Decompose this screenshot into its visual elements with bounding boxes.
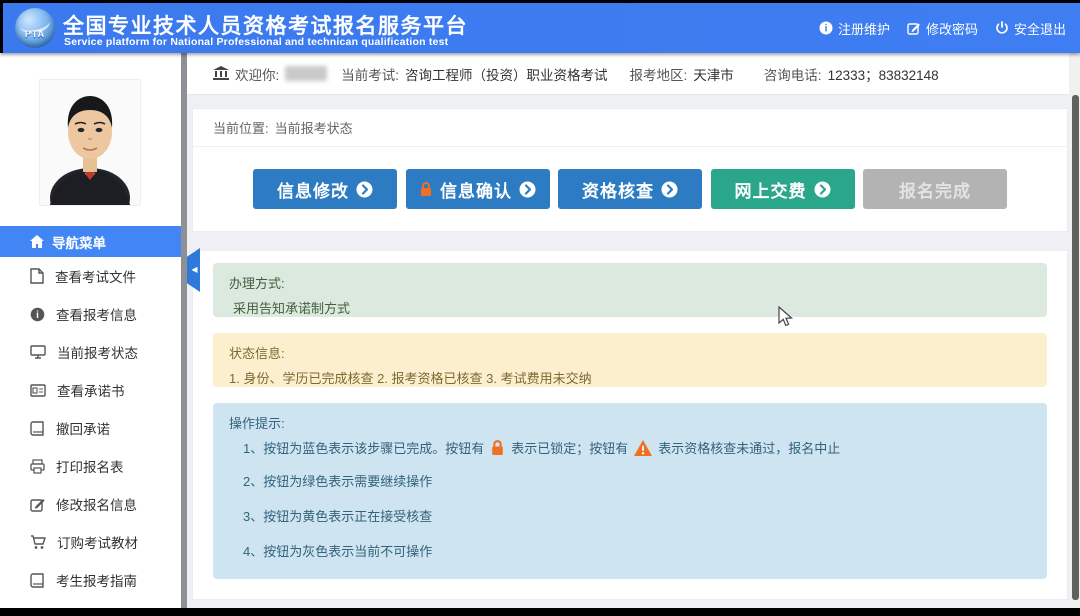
method-panel: 办理方式: 采用告知承诺制方式 — [213, 263, 1047, 317]
welcome-label: 欢迎你: — [235, 64, 279, 84]
header-links: i 注册维护 修改密码 安全退出 — [819, 3, 1066, 53]
phone-label: 咨询电话: — [764, 64, 822, 84]
sidebar-item-modify-info[interactable]: 修改报名信息 — [0, 485, 181, 523]
method-title: 办理方式: — [229, 273, 1031, 292]
edit-icon — [907, 21, 921, 35]
chevron-left-icon: ◀ — [191, 266, 197, 274]
step-registration-complete-button: 报名完成 — [863, 169, 1007, 209]
bank-icon — [213, 66, 229, 81]
tips-title: 操作提示: — [229, 413, 1031, 432]
nav-menu: 查看考试文件 i 查看报考信息 当前报考状态 查看承诺书 撤回承诺 打印报名表 — [0, 257, 181, 599]
sidebar-item-withdraw-commitment[interactable]: 撤回承诺 — [0, 409, 181, 447]
region-value: 天津市 — [693, 64, 734, 84]
sidebar-item-candidate-guide[interactable]: 考生报考指南 — [0, 561, 181, 599]
info-circle-icon: i — [819, 21, 833, 35]
guide-book-icon — [30, 573, 45, 588]
logo-text: PTA — [15, 29, 55, 39]
nav-menu-header: 导航菜单 — [0, 226, 181, 257]
edit-square-icon — [30, 497, 45, 512]
safe-logout-link[interactable]: 安全退出 — [995, 19, 1066, 38]
tips-panel: 操作提示: 1、按钮为蓝色表示该步骤已完成。按钮有 表示已锁定；按钮有 表示资格… — [213, 403, 1047, 579]
change-password-link[interactable]: 修改密码 — [907, 19, 978, 38]
sidebar-item-current-status[interactable]: 当前报考状态 — [0, 333, 181, 371]
frame-bottom-bar — [0, 608, 1080, 616]
tip-item-1: 1、按钮为蓝色表示该步骤已完成。按钮有 表示已锁定；按钮有 表示资格核查未通过，… — [243, 438, 1031, 457]
svg-text:i: i — [825, 23, 828, 34]
sidebar-item-exam-files[interactable]: 查看考试文件 — [0, 257, 181, 295]
lock-icon — [419, 181, 433, 197]
step-info-modify-button[interactable]: 信息修改 — [253, 169, 397, 209]
breadcrumb: 当前位置: 当前报考状态 — [193, 109, 1067, 147]
book-icon — [30, 421, 45, 436]
step-info-confirm-button[interactable]: 信息确认 — [406, 169, 550, 209]
current-exam-value: 咨询工程师（投资）职业资格考试 — [405, 64, 608, 84]
home-icon — [30, 235, 44, 248]
phone-value: 12333；83832148 — [828, 64, 939, 84]
arrow-circle-icon — [661, 181, 678, 198]
breadcrumb-current: 当前报考状态 — [275, 118, 353, 137]
step-qualification-check-button[interactable]: 资格核查 — [558, 169, 702, 209]
sidebar-item-application-info[interactable]: i 查看报考信息 — [0, 295, 181, 333]
document-icon — [30, 268, 44, 284]
monitor-icon — [30, 345, 46, 359]
tip-item-4: 4、按钮为灰色表示当前不可操作 — [243, 541, 1031, 560]
info-icon: i — [30, 307, 45, 322]
register-maintain-link[interactable]: i 注册维护 — [819, 19, 890, 38]
lock-icon — [490, 439, 505, 456]
step-buttons-row: 信息修改 信息确认 资格核查 网上交费 报名完成 — [193, 147, 1067, 231]
cart-icon — [30, 535, 46, 550]
sidebar-item-print-form[interactable]: 打印报名表 — [0, 447, 181, 485]
tip-item-3: 3、按钮为黄色表示正在接受核查 — [243, 506, 1031, 525]
id-card-icon — [30, 384, 46, 397]
masked-username — [285, 66, 327, 81]
svg-text:i: i — [36, 310, 39, 321]
current-exam-label: 当前考试: — [341, 64, 399, 84]
scrollbar-thumb[interactable] — [1072, 95, 1079, 600]
arrow-circle-icon — [356, 181, 373, 198]
printer-icon — [30, 459, 45, 474]
portrait-graphic — [40, 80, 140, 205]
status-card: 当前位置: 当前报考状态 信息修改 信息确认 资格核查 网上交 — [192, 108, 1068, 232]
sidebar-item-commitment-letter[interactable]: 查看承诺书 — [0, 371, 181, 409]
pta-logo: PTA — [15, 8, 55, 48]
status-panel: 状态信息: 1. 身份、学历已完成核查 2. 报考资格已核查 3. 考试费用未交… — [213, 333, 1047, 387]
region-label: 报考地区: — [630, 64, 688, 84]
user-info-bar: 欢迎你: 当前考试: 咨询工程师（投资）职业资格考试 报考地区: 天津市 咨询电… — [187, 53, 1069, 95]
arrow-circle-icon — [814, 181, 831, 198]
status-body: 1. 身份、学历已完成核查 2. 报考资格已核查 3. 考试费用未交纳 — [229, 368, 1031, 387]
sidebar-item-order-materials[interactable]: 订购考试教材 — [0, 523, 181, 561]
tip-item-2: 2、按钮为绿色表示需要继续操作 — [243, 471, 1031, 490]
candidate-photo — [40, 80, 140, 205]
application-window: PTA 全国专业技术人员资格考试报名服务平台 Service platform … — [0, 0, 1080, 616]
scrollbar-track[interactable] — [1072, 53, 1079, 608]
main-content: 欢迎你: 当前考试: 咨询工程师（投资）职业资格考试 报考地区: 天津市 咨询电… — [187, 53, 1080, 608]
status-title: 状态信息: — [229, 343, 1031, 362]
sidebar: 导航菜单 查看考试文件 i 查看报考信息 当前报考状态 查看承诺书 撤回承诺 — [0, 53, 181, 608]
arrow-circle-icon — [519, 181, 536, 198]
breadcrumb-label: 当前位置: — [213, 118, 269, 137]
step-online-payment-button[interactable]: 网上交费 — [711, 169, 855, 209]
info-panels-card: 办理方式: 采用告知承诺制方式 状态信息: 1. 身份、学历已完成核查 2. 报… — [192, 250, 1068, 600]
app-header: PTA 全国专业技术人员资格考试报名服务平台 Service platform … — [0, 3, 1080, 53]
app-subtitle: Service platform for National Profession… — [64, 36, 448, 48]
power-icon — [995, 21, 1009, 35]
sidebar-divider — [181, 53, 187, 608]
frame-top-bar — [0, 0, 1080, 3]
method-body: 采用告知承诺制方式 — [229, 298, 1031, 317]
warning-triangle-icon — [634, 440, 652, 456]
